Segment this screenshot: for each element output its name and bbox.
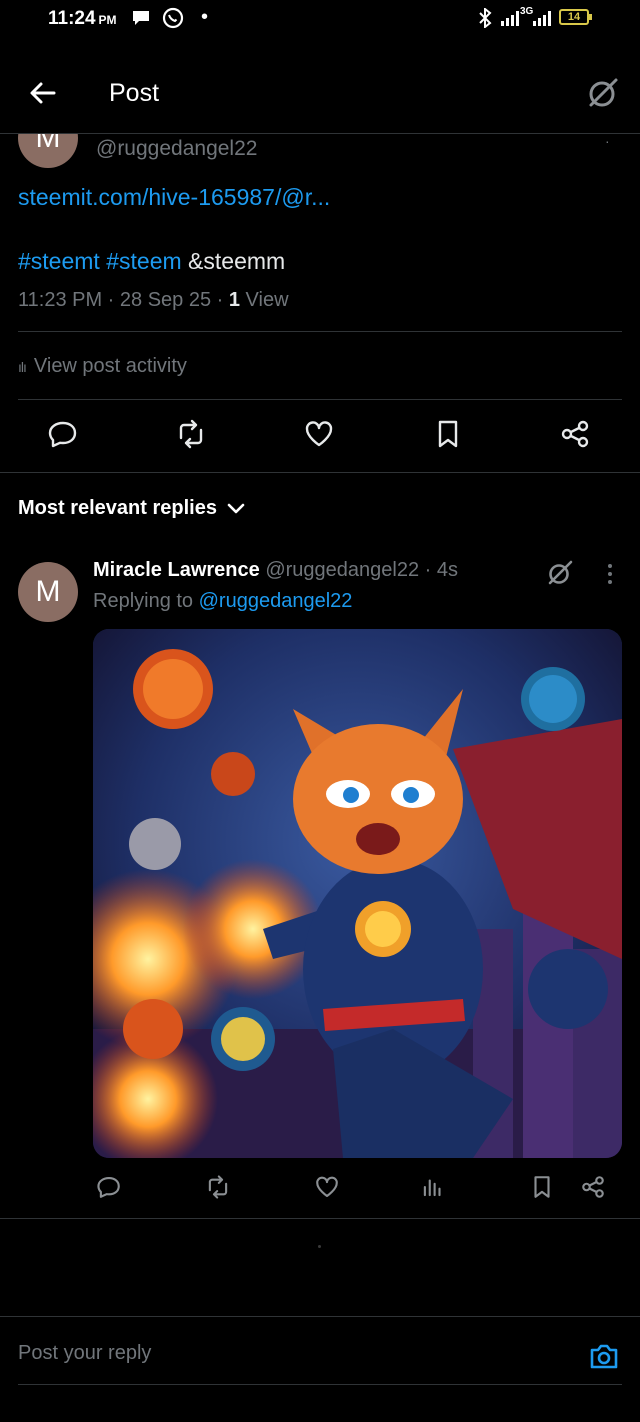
grok-icon[interactable] xyxy=(546,559,574,587)
analytics-icon[interactable] xyxy=(420,1174,446,1200)
message-notification-icon xyxy=(133,11,149,25)
divider xyxy=(18,1384,622,1385)
divider xyxy=(0,1316,640,1317)
share-icon[interactable] xyxy=(559,418,591,450)
repost-icon[interactable] xyxy=(175,418,207,450)
post-link[interactable]: steemit.com/hive-165987/@r... xyxy=(18,184,330,211)
page-title: Post xyxy=(109,79,160,107)
more-icon[interactable] xyxy=(600,562,620,586)
post-text: &steemm xyxy=(188,248,286,274)
divider xyxy=(0,1218,640,1219)
like-icon[interactable] xyxy=(303,418,335,450)
bookmark-icon[interactable] xyxy=(432,418,464,450)
reply-avatar[interactable]: M xyxy=(18,562,78,622)
camera-icon[interactable] xyxy=(588,1340,620,1372)
reply-author-handle[interactable]: @ruggedangel22 xyxy=(265,559,419,581)
more-icon[interactable]: · xyxy=(605,133,610,149)
author-handle[interactable]: @ruggedangel22 xyxy=(96,137,257,161)
reply-icon[interactable] xyxy=(96,1174,122,1200)
hashtag[interactable]: #steem xyxy=(106,248,181,274)
post-meta: 11:23 PM · 28 Sep 25 · 1 View xyxy=(18,289,289,311)
notification-dot-icon: • xyxy=(201,6,209,28)
reply-icon[interactable] xyxy=(47,418,79,450)
post-hashtags: #steemt #steem &steemm xyxy=(18,248,285,275)
bluetooth-icon xyxy=(479,8,492,28)
back-arrow-icon[interactable] xyxy=(28,78,58,108)
divider xyxy=(18,399,622,400)
reply-composer-input[interactable]: Post your reply xyxy=(18,1342,151,1365)
chevron-down-icon xyxy=(227,503,245,514)
reply-image[interactable] xyxy=(93,629,622,1158)
top-app-bar: Post xyxy=(0,52,640,134)
superhero-cat-illustration xyxy=(93,629,622,1158)
replying-to-handle[interactable]: @ruggedangel22 xyxy=(199,590,353,612)
signal-2-icon xyxy=(533,11,551,26)
like-icon[interactable] xyxy=(314,1174,340,1200)
status-time: 11:24 PM xyxy=(48,8,117,29)
reply-header: Miracle Lawrence @ruggedangel22 · 4s xyxy=(93,559,458,582)
analytics-icon: ılı xyxy=(18,359,27,375)
post-actions xyxy=(0,418,640,454)
repost-icon[interactable] xyxy=(205,1174,231,1200)
divider xyxy=(0,472,640,473)
battery-indicator: 14 xyxy=(559,9,592,25)
hashtag[interactable]: #steemt xyxy=(18,248,100,274)
whatsapp-icon xyxy=(162,7,184,29)
loading-indicator xyxy=(318,1245,321,1248)
replies-sort-dropdown[interactable]: Most relevant replies xyxy=(18,497,245,520)
grok-icon[interactable] xyxy=(586,76,620,110)
bookmark-icon[interactable] xyxy=(529,1174,555,1200)
reply-actions xyxy=(0,1174,640,1204)
replying-to: Replying to @ruggedangel22 xyxy=(93,590,353,612)
share-icon[interactable] xyxy=(580,1174,606,1200)
signal-icon xyxy=(501,11,519,26)
status-bar: 11:24 PM • 3G 14 xyxy=(0,0,640,40)
view-post-activity[interactable]: ılı View post activity xyxy=(18,355,187,378)
reply-age: · 4s xyxy=(424,559,458,581)
divider xyxy=(18,331,622,332)
reply-author-name[interactable]: Miracle Lawrence xyxy=(93,559,260,581)
